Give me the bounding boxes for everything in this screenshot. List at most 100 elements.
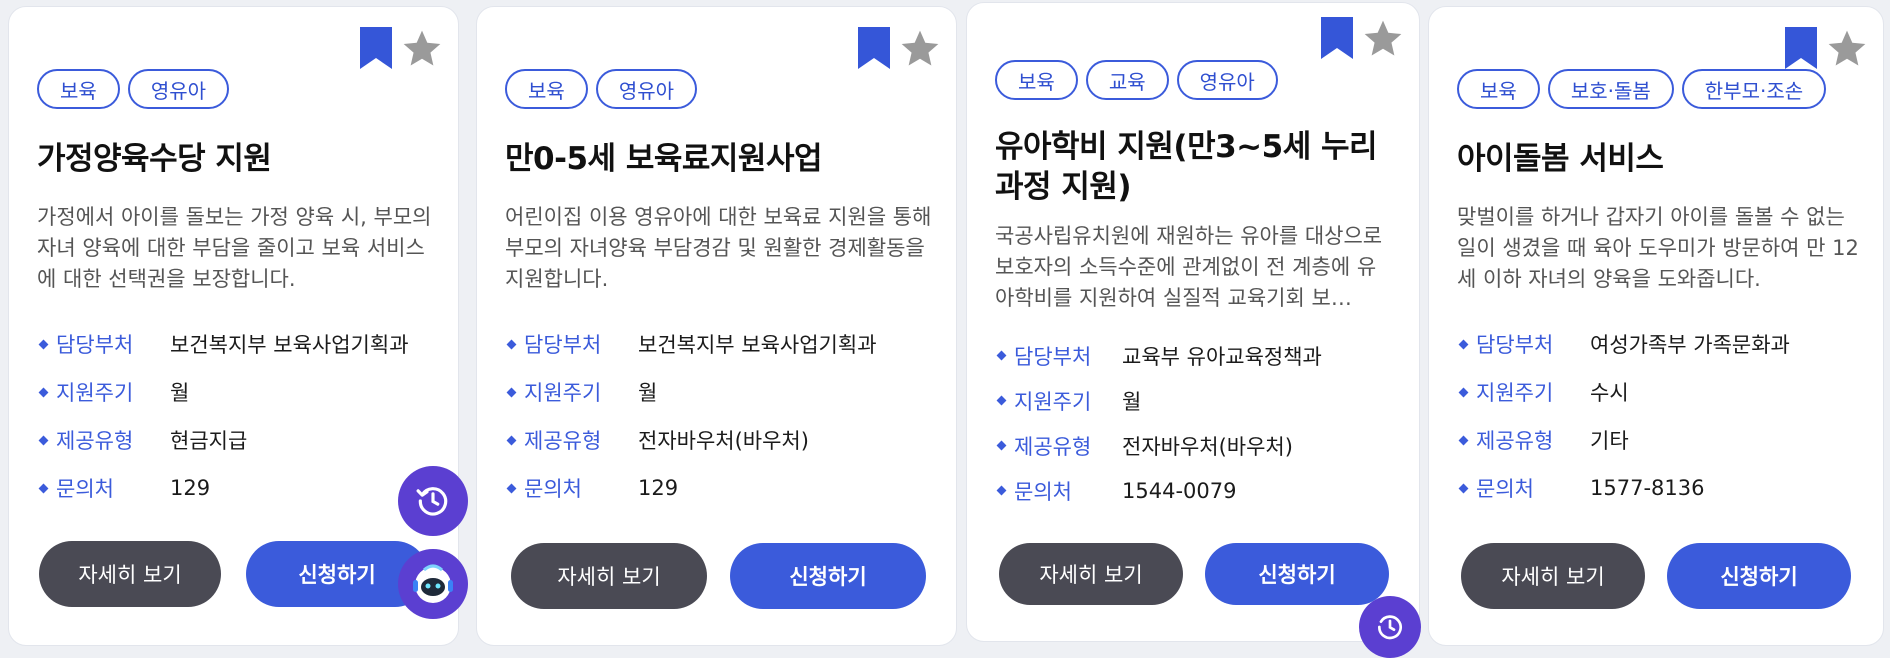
tag: 영유아: [127, 69, 230, 109]
tag: 보육: [505, 69, 588, 109]
info-value: 월: [1122, 389, 1142, 414]
tag: 영유아: [595, 69, 698, 109]
tag: 보호·돌봄: [1547, 69, 1674, 109]
bullet-icon: [996, 350, 1007, 361]
bullet-icon: [996, 395, 1007, 406]
bullet-icon: [38, 387, 49, 397]
history-icon: [1377, 615, 1402, 640]
bullet-icon: [506, 339, 517, 349]
info-row-type: 제공유형 기타: [1457, 416, 1863, 464]
card-description: 가정에서 아이를 돌보는 가정 양육 시, 부모의 자녀 양육에 대한 부담을 …: [37, 205, 432, 291]
info-value: 기타: [1590, 429, 1629, 453]
tag: 보육: [1457, 69, 1540, 109]
tag-list: 보육 영유아: [37, 69, 230, 109]
info-value: 월: [170, 381, 190, 405]
info-row-contact: 문의처 1577-8136: [1457, 464, 1863, 512]
service-card: 보육 보호·돌봄 한부모·조손 아이돌봄 서비스 맞벌이를 하거나 갑자기 아이…: [1428, 6, 1884, 646]
star-icon[interactable]: [898, 27, 942, 71]
star-icon[interactable]: [1825, 27, 1869, 71]
info-value: 월: [638, 381, 658, 405]
info-label: 지원주기: [1014, 389, 1092, 414]
tag: 보육: [37, 69, 120, 109]
info-value: 여성가족부 가족문화과: [1590, 333, 1790, 357]
history-icon: [416, 487, 448, 516]
detail-button[interactable]: 자세히 보기: [1461, 543, 1645, 609]
info-row-contact: 문의처 129: [37, 464, 438, 512]
card-title: 만0-5세 보육료지원사업: [505, 141, 822, 177]
bookmark-icon[interactable]: [1785, 27, 1817, 69]
info-row-department: 담당부처 보건복지부 보육사업기획과: [37, 320, 438, 368]
info-row-contact: 문의처 1544-0079: [995, 468, 1399, 513]
info-label: 담당부처: [524, 333, 602, 357]
info-label: 담당부처: [1476, 333, 1554, 357]
tag: 교육: [1085, 60, 1169, 100]
info-value: 수시: [1590, 381, 1629, 405]
info-label: 문의처: [56, 477, 114, 501]
chatbot-button[interactable]: [398, 549, 468, 619]
info-value: 전자바우처(바우처): [1122, 434, 1293, 459]
bookmark-icon[interactable]: [360, 27, 392, 69]
info-value: 교육부 유아교육정책과: [1122, 344, 1322, 369]
info-row-department: 담당부처 보건복지부 보육사업기획과: [505, 320, 936, 368]
history-button[interactable]: [398, 466, 468, 536]
tag-list: 보육 교육 영유아: [995, 60, 1278, 100]
info-label: 제공유형: [524, 429, 602, 453]
tag: 보육: [995, 60, 1078, 100]
info-label: 지원주기: [524, 381, 602, 405]
detail-button[interactable]: 자세히 보기: [511, 543, 707, 609]
info-row-cycle: 지원주기 월: [505, 368, 936, 416]
card-description: 어린이집 이용 영유아에 대한 보육료 지원을 통해 부모의 자녀양육 부담경감…: [505, 205, 932, 291]
info-label: 문의처: [1014, 479, 1072, 504]
bookmark-icon[interactable]: [1321, 17, 1353, 59]
card-description: 맞벌이를 하거나 갑자기 아이를 돌볼 수 없는 일이 생겼을 때 육아 도우미…: [1457, 205, 1859, 291]
info-value: 보건복지부 보육사업기획과: [638, 333, 877, 357]
info-label: 담당부처: [56, 333, 134, 357]
detail-button[interactable]: 자세히 보기: [999, 543, 1183, 605]
card-title: 가정양육수당 지원: [37, 141, 272, 177]
info-label: 문의처: [1476, 477, 1534, 501]
info-list: 담당부처 보건복지부 보육사업기획과 지원주기 월 제공유형 현금지급 문의처 129: [37, 320, 438, 512]
bullet-icon: [996, 485, 1007, 496]
card-description: 국공사립유치원에 재원하는 유아를 대상으로 보호자의 소득수준에 관계없이 전…: [995, 224, 1383, 310]
apply-button[interactable]: 신청하기: [1205, 543, 1389, 605]
tag: 한부모·조손: [1681, 69, 1827, 109]
info-label: 제공유형: [1014, 434, 1092, 459]
detail-button[interactable]: 자세히 보기: [39, 541, 221, 607]
service-card: 보육 영유아 가정양육수당 지원 가정에서 아이를 돌보는 가정 양육 시, 부…: [8, 6, 459, 646]
history-button-partial[interactable]: [1359, 596, 1421, 658]
info-value: 129: [170, 476, 211, 500]
info-row-department: 담당부처 여성가족부 가족문화과: [1457, 320, 1863, 368]
star-icon[interactable]: [400, 27, 444, 71]
bullet-icon: [506, 483, 517, 493]
info-value: 1577-8136: [1590, 476, 1705, 500]
info-value: 현금지급: [170, 429, 248, 453]
info-label: 제공유형: [1476, 429, 1554, 453]
info-label: 문의처: [524, 477, 582, 501]
bullet-icon: [38, 435, 49, 445]
bullet-icon: [506, 387, 517, 397]
info-row-department: 담당부처 교육부 유아교육정책과: [995, 333, 1399, 378]
bookmark-icon[interactable]: [858, 27, 890, 69]
info-row-type: 제공유형 전자바우처(바우처): [505, 416, 936, 464]
apply-button[interactable]: 신청하기: [730, 543, 926, 609]
info-label: 담당부처: [1014, 344, 1092, 369]
apply-button[interactable]: 신청하기: [1667, 543, 1851, 609]
info-row-contact: 문의처 129: [505, 464, 936, 512]
bullet-icon: [38, 483, 49, 493]
bullet-icon: [1458, 387, 1469, 397]
chatbot-icon: [413, 564, 453, 603]
info-row-cycle: 지원주기 월: [995, 378, 1399, 423]
tag: 영유아: [1176, 60, 1278, 100]
star-icon[interactable]: [1361, 17, 1405, 61]
service-card: 보육 교육 영유아 유아학비 지원(만3~5세 누리과정 지원) 국공사립유치원…: [966, 2, 1420, 642]
info-row-type: 제공유형 현금지급: [37, 416, 438, 464]
info-row-type: 제공유형 전자바우처(바우처): [995, 423, 1399, 468]
service-card: 보육 영유아 만0-5세 보육료지원사업 어린이집 이용 영유아에 대한 보육료…: [476, 6, 957, 646]
info-value: 전자바우처(바우처): [638, 429, 809, 453]
info-row-cycle: 지원주기 월: [37, 368, 438, 416]
info-label: 지원주기: [56, 381, 134, 405]
bullet-icon: [1458, 435, 1469, 445]
info-list: 담당부처 교육부 유아교육정책과 지원주기 월 제공유형 전자바우처(바우처) 문의처…: [995, 333, 1399, 513]
tag-list: 보육 영유아: [505, 69, 698, 109]
card-title: 아이돌봄 서비스: [1457, 141, 1664, 177]
